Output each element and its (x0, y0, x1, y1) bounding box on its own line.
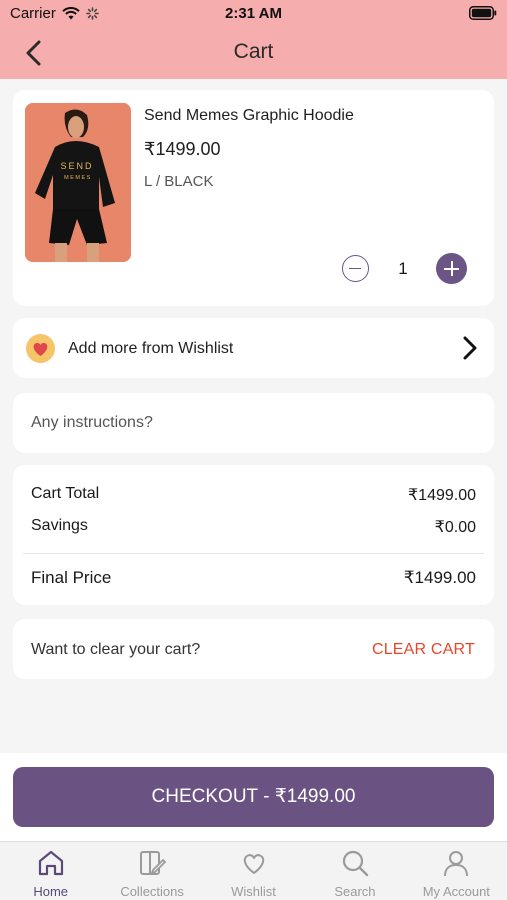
tab-search[interactable]: Search (304, 842, 405, 900)
summary-divider (23, 553, 484, 554)
chevron-right-icon (463, 336, 477, 360)
final-price-row: Final Price ₹1499.00 (31, 568, 476, 588)
product-image[interactable]: SEND MEMES (25, 103, 131, 262)
tab-wishlist[interactable]: Wishlist (203, 842, 304, 900)
page-title: Cart (233, 40, 274, 63)
clear-cart-card: Want to clear your cart? CLEAR CART (13, 619, 494, 679)
final-price-value: ₹1499.00 (403, 568, 476, 587)
tab-collections[interactable]: Collections (101, 842, 202, 900)
status-time: 2:31 AM (225, 5, 282, 22)
tab-search-label: Search (334, 884, 376, 899)
instructions-input[interactable] (31, 409, 471, 437)
print-text-line1: SEND (60, 161, 93, 171)
cart-total-label: Cart Total (31, 485, 100, 502)
cart-total-value: ₹1499.00 (407, 487, 476, 504)
savings-label: Savings (31, 517, 88, 534)
cart-item-card: SEND MEMES Send Memes Graphic Hoodie ₹14… (13, 90, 494, 306)
collections-icon (140, 851, 167, 875)
quantity-value: 1 (398, 259, 408, 278)
instructions-card (13, 393, 494, 453)
final-price-label: Final Price (31, 568, 112, 587)
checkout-bar: CHECKOUT - ₹1499.00 (0, 753, 507, 841)
decrease-quantity-button[interactable] (342, 255, 369, 282)
checkout-button[interactable]: CHECKOUT - ₹1499.00 (13, 767, 494, 827)
savings-row: Savings ₹0.00 (31, 517, 476, 537)
clear-cart-button[interactable]: CLEAR CART (372, 641, 475, 659)
battery-icon (469, 6, 497, 20)
add-from-wishlist-row[interactable]: Add more from Wishlist (13, 318, 494, 378)
home-icon (38, 850, 63, 876)
savings-value: ₹0.00 (434, 519, 476, 536)
top-navigation-bar: Cart (0, 28, 507, 79)
tab-home-label: Home (33, 884, 69, 899)
heart-outline-icon (243, 854, 264, 874)
tab-collections-label: Collections (120, 884, 184, 899)
tab-my-account-label: My Account (422, 884, 490, 899)
clear-cart-question: Want to clear your cart? (31, 641, 201, 658)
product-variant: L / BLACK (144, 173, 214, 190)
price-summary-card: Cart Total ₹1499.00 Savings ₹0.00 Final … (13, 465, 494, 605)
bottom-tab-bar: Home Collections Wishlist Search My Acco… (0, 841, 507, 900)
hoodie-model-illustration: SEND MEMES (25, 103, 131, 262)
increase-quantity-button[interactable] (436, 253, 467, 284)
print-text-line2: MEMES (64, 175, 92, 181)
product-price: ₹1499.00 (144, 139, 221, 159)
user-icon (444, 851, 469, 877)
wishlist-row-label: Add more from Wishlist (68, 340, 234, 357)
search-icon (342, 850, 369, 877)
product-name[interactable]: Send Memes Graphic Hoodie (144, 107, 354, 125)
status-bar: Carrier 2:31 AM (0, 0, 507, 28)
wishlist-badge (26, 334, 55, 363)
tab-my-account[interactable]: My Account (406, 842, 507, 900)
cart-total-row: Cart Total ₹1499.00 (31, 485, 476, 505)
tab-home[interactable]: Home (0, 842, 101, 900)
heart-icon (33, 342, 48, 356)
tab-wishlist-label: Wishlist (231, 884, 276, 899)
